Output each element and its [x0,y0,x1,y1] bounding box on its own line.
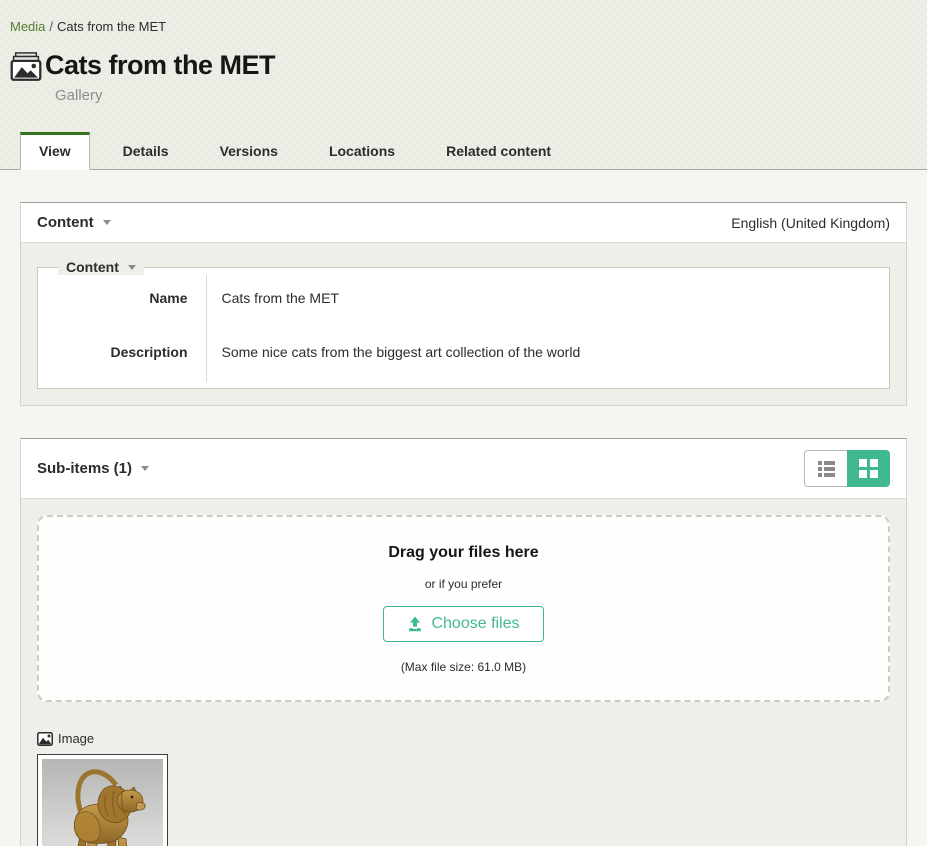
content-section-title: Content [37,214,94,231]
content-section: Content English (United Kingdom) Content… [20,202,907,406]
list-view-icon [818,460,835,477]
breadcrumb-current: Cats from the MET [57,19,166,34]
page-header-area: Media / Cats from the MET Cats from the ME… [0,0,927,170]
field-table: Name Cats from the MET Description Some … [38,275,889,382]
page-title: Cats from the MET [45,50,275,81]
content-section-toggle[interactable]: Content [37,214,111,231]
field-row-description: Description Some nice cats from the bigg… [38,321,889,382]
grid-view-button[interactable] [847,450,890,487]
breadcrumb-separator: / [49,19,53,34]
caret-down-icon [141,466,149,471]
upload-icon [407,616,423,632]
content-fieldset-toggle[interactable]: Content [58,259,144,275]
list-view-button[interactable] [804,450,847,487]
tab-details[interactable]: Details [105,133,187,169]
choose-files-button[interactable]: Choose files [383,606,543,642]
image-icon [37,732,53,746]
tab-view[interactable]: View [20,132,90,170]
max-file-size-note: (Max file size: 61.0 MB) [59,660,868,674]
subitem-type-row: Image [37,731,168,746]
caret-down-icon [103,220,111,225]
subitems-section-toggle[interactable]: Sub-items (1) [37,460,149,477]
tab-locations[interactable]: Locations [311,133,413,169]
caret-down-icon [128,265,136,270]
subitems-section-title: Sub-items (1) [37,460,132,477]
tab-related-content[interactable]: Related content [428,133,569,169]
choose-files-label: Choose files [431,615,519,633]
field-row-name: Name Cats from the MET [38,275,889,321]
tab-versions[interactable]: Versions [202,133,296,169]
grid-view-icon [859,459,878,478]
content-section-body: Content Name Cats from the MET Descripti… [21,242,906,405]
subitem-card: Image [37,731,168,846]
field-value: Cats from the MET [206,275,889,321]
dropzone-subtext: or if you prefer [59,577,868,591]
breadcrumb-link-media[interactable]: Media [10,19,45,34]
content-fieldset: Content Name Cats from the MET Descripti… [37,259,890,389]
breadcrumb: Media / Cats from the MET [0,19,927,34]
subitems-section: Sub-items (1) [20,438,907,846]
subitem-thumbnail[interactable] [37,754,168,846]
content-fieldset-legend: Content [66,259,119,275]
subitems-section-header: Sub-items (1) [21,439,906,498]
subitems-section-body: Drag your files here or if you prefer Ch… [21,498,906,846]
file-dropzone[interactable]: Drag your files here or if you prefer Ch… [37,515,890,702]
language-label: English (United Kingdom) [731,215,890,231]
field-label: Description [38,321,206,382]
tab-bar: View Details Versions Locations Related … [0,132,927,170]
content-type-label: Gallery [55,87,927,104]
dropzone-heading: Drag your files here [59,544,868,562]
lion-sculpture-photo [42,759,163,846]
view-mode-toggle [804,450,890,487]
field-value: Some nice cats from the biggest art coll… [206,321,889,382]
title-block: Cats from the MET Gallery [10,50,927,104]
content-section-header: Content English (United Kingdom) [21,203,906,242]
subitem-type-label: Image [58,731,94,746]
gallery-icon [10,52,42,86]
field-label: Name [38,275,206,321]
